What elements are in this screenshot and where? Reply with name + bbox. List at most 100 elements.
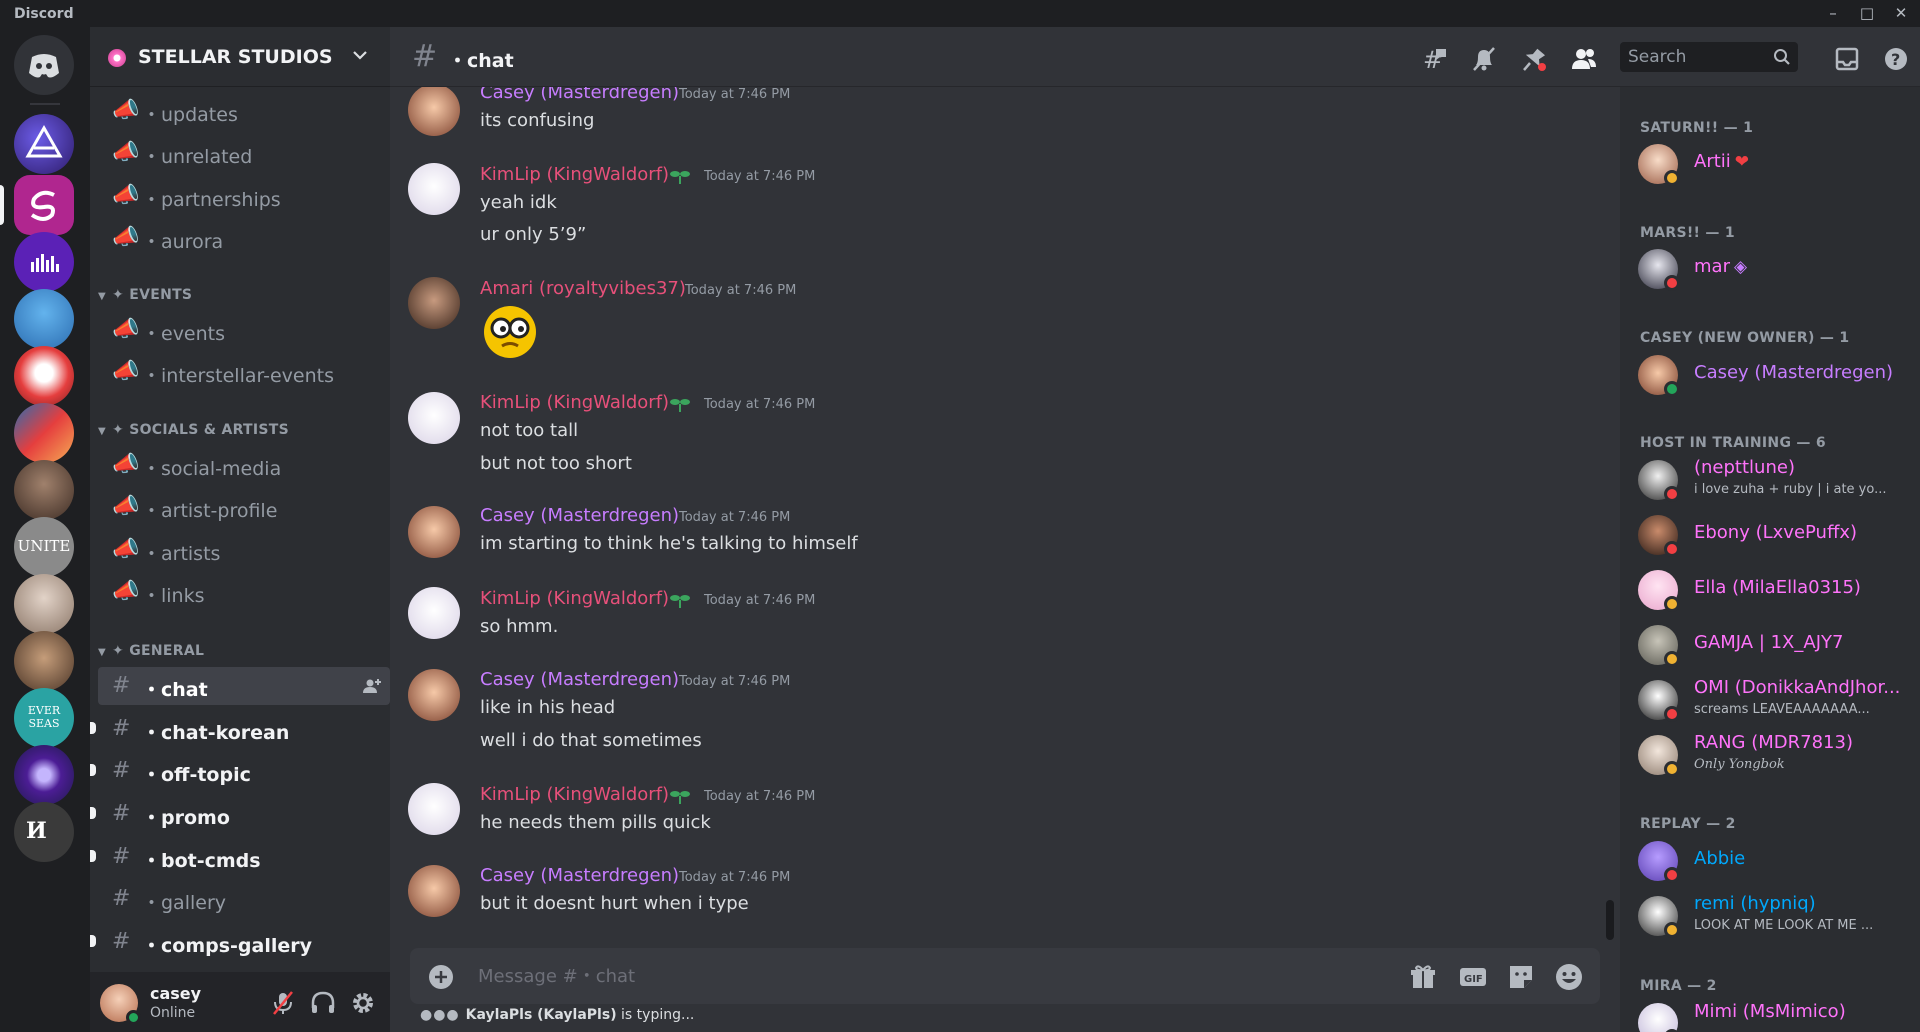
server-icon[interactable]: И (14, 802, 74, 862)
channel-links[interactable]: 📣 ・links (98, 573, 390, 611)
member-name: Ella (MilaElla0315) (1694, 577, 1861, 598)
gear-icon[interactable] (348, 988, 378, 1018)
category-events[interactable]: ▼ ✦ EVENTS (98, 287, 192, 307)
user-status: Online (150, 1005, 196, 1021)
close-icon[interactable]: ✕ (1888, 2, 1914, 24)
member-item[interactable]: Ebony (LxvePuffx) (1628, 510, 1912, 560)
channel-name: ・gallery (142, 892, 227, 914)
channel-artists[interactable]: 📣 ・artists (98, 531, 390, 569)
hashtag-icon: # (112, 716, 131, 741)
message-input[interactable] (478, 948, 1338, 1004)
member-item[interactable]: Mimi (MsMimico) (1628, 998, 1912, 1032)
server-icon[interactable] (14, 232, 74, 292)
server-icon[interactable] (14, 574, 74, 634)
channel-off-topic[interactable]: # ・off-topic (90, 752, 390, 790)
avatar[interactable] (408, 392, 460, 444)
server-icon[interactable] (14, 175, 74, 235)
member-item[interactable]: mar ◈ (1628, 244, 1912, 294)
message-author[interactable]: Casey (Masterdregen) (480, 87, 679, 103)
avatar[interactable] (408, 865, 460, 917)
message-author[interactable]: Casey (Masterdregen) (480, 865, 679, 886)
member-item[interactable]: Casey (Masterdregen) (1628, 350, 1912, 400)
emoji-icon[interactable] (1554, 962, 1584, 992)
avatar[interactable] (408, 587, 460, 639)
member-item[interactable]: Ella (MilaElla0315) (1628, 565, 1912, 615)
channel-interstellar-events[interactable]: 📣 ・interstellar-events (98, 353, 390, 391)
channel-aurora[interactable]: 📣 ・aurora (98, 219, 390, 257)
message-text: but it doesnt hurt when i type (480, 893, 749, 914)
message-text: like in his head (480, 697, 616, 718)
plant-badge-icon (670, 791, 690, 804)
avatar[interactable] (408, 783, 460, 835)
message-author[interactable]: KimLip (KingWaldorf) (480, 784, 669, 805)
member-group-header: HOST IN TRAINING — 6 (1640, 435, 1826, 451)
search-box[interactable] (1620, 42, 1798, 72)
server-icon[interactable] (14, 403, 74, 463)
member-item[interactable]: GAMJA | 1X_AJY7 (1628, 620, 1912, 670)
channel-chat[interactable]: # ・chat (98, 667, 390, 705)
category-general[interactable]: ▼ ✦ GENERAL (98, 643, 204, 663)
server-icon[interactable] (14, 289, 74, 349)
minimize-icon[interactable]: – (1820, 2, 1846, 24)
message-author[interactable]: KimLip (KingWaldorf) (480, 392, 669, 413)
pin-icon[interactable] (1520, 45, 1548, 73)
member-item[interactable]: RANG (MDR7813) Only Yongbok (1628, 730, 1912, 780)
server-icon[interactable] (14, 460, 74, 520)
status-idle-icon (1664, 922, 1680, 938)
channel-unrelated[interactable]: 📣 ・unrelated (98, 134, 390, 172)
channel-artist-profile[interactable]: 📣 ・artist-profile (98, 488, 390, 526)
message-author[interactable]: Amari (royaltyvibes37) (480, 278, 686, 299)
announcement-icon: 📣 (112, 317, 140, 342)
sticker-icon[interactable] (1506, 962, 1536, 992)
chevron-down-icon[interactable] (348, 43, 372, 67)
channel-chat-korean[interactable]: # ・chat-korean (90, 710, 390, 748)
avatar[interactable] (408, 506, 460, 558)
maximize-icon[interactable]: □ (1854, 2, 1880, 24)
channel-updates[interactable]: 📣 ・updates (98, 92, 390, 130)
add-attachment-icon[interactable] (428, 964, 454, 990)
server-icon[interactable] (14, 346, 74, 406)
inbox-icon[interactable] (1833, 45, 1861, 73)
member-list: SATURN!! — 1 Artii ❤ MARS!! — 1 mar ◈ CASE… (1620, 87, 1920, 1032)
message-author[interactable]: KimLip (KingWaldorf) (480, 588, 669, 609)
avatar[interactable] (408, 669, 460, 721)
gift-icon[interactable] (1408, 962, 1438, 992)
headphones-icon[interactable] (308, 988, 338, 1018)
server-icon[interactable] (14, 114, 74, 174)
microphone-muted-icon[interactable] (268, 988, 298, 1018)
server-icon[interactable]: EVER SEAS (14, 688, 74, 748)
search-input[interactable] (1620, 42, 1770, 72)
add-member-icon[interactable] (362, 676, 382, 696)
channel-gallery[interactable]: # ・gallery (98, 880, 390, 918)
hashtag-icon: # (112, 844, 131, 869)
server-icon[interactable] (14, 631, 74, 691)
member-item[interactable]: Abbie (1628, 836, 1912, 886)
server-header[interactable]: STELLAR STUDIOS (90, 27, 390, 87)
message-author[interactable]: KimLip (KingWaldorf) (480, 164, 669, 185)
channel-social-media[interactable]: 📣 ・social-media (98, 446, 390, 484)
member-item[interactable]: Artii ❤ (1628, 139, 1912, 189)
message-author[interactable]: Casey (Masterdregen) (480, 505, 679, 526)
avatar[interactable] (408, 277, 460, 329)
message-author[interactable]: Casey (Masterdregen) (480, 669, 679, 690)
member-item[interactable]: (nepttlune) i love zuha + ruby | i ate y… (1628, 455, 1912, 505)
help-icon[interactable]: ? (1882, 45, 1910, 73)
channel-bot-cmds[interactable]: # ・bot-cmds (90, 838, 390, 876)
avatar[interactable] (408, 163, 460, 215)
member-list-icon[interactable] (1570, 45, 1598, 73)
notifications-muted-icon[interactable] (1470, 45, 1498, 73)
avatar[interactable] (408, 87, 460, 136)
category-socials[interactable]: ▼ ✦ SOCIALS & ARTISTS (98, 422, 289, 442)
threads-icon[interactable]: # (1420, 45, 1448, 73)
server-icon[interactable]: UNITE (14, 517, 74, 577)
channel-events[interactable]: 📣 ・events (98, 311, 390, 349)
channel-comps-gallery[interactable]: # ・comps-gallery (90, 923, 390, 961)
member-item[interactable]: remi (hypniq) LOOK AT ME LOOK AT ME ... (1628, 891, 1912, 941)
gif-icon[interactable]: GIF (1458, 962, 1488, 992)
member-item[interactable]: OMI (DonikkaAndJhor... screams LEAVEAAAA… (1628, 675, 1912, 725)
server-icon[interactable] (14, 745, 74, 805)
channel-promo[interactable]: # ・promo (90, 795, 390, 833)
scrollbar[interactable] (1606, 900, 1614, 940)
channel-partnerships[interactable]: 📣 ・partnerships (98, 177, 390, 215)
home-button[interactable] (14, 35, 74, 95)
